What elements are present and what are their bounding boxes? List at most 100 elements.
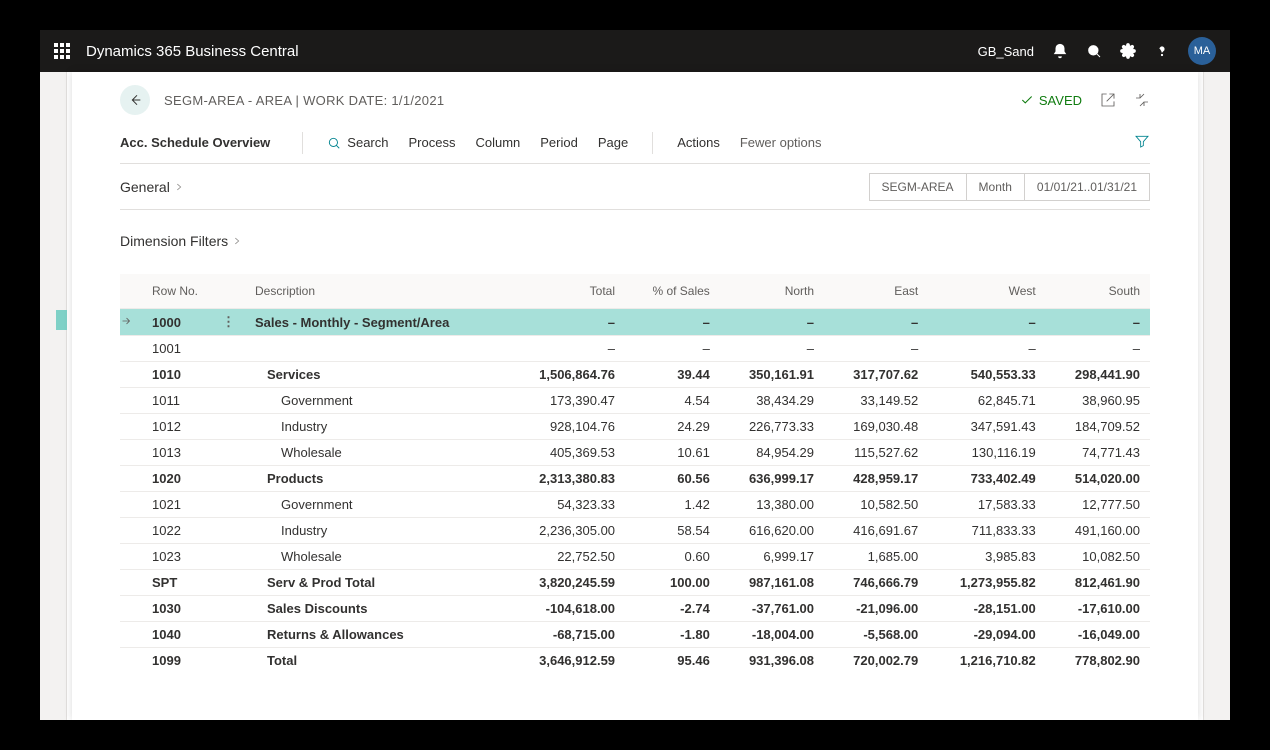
cell-north: –: [720, 309, 824, 336]
section-dimension-label: Dimension Filters: [120, 233, 228, 249]
toolbar-actions[interactable]: Actions: [667, 135, 730, 150]
table-row[interactable]: 1099Total3,646,912.5995.46931,396.08720,…: [120, 648, 1150, 674]
col-east[interactable]: East: [824, 274, 928, 309]
cell-total: -68,715.00: [508, 622, 625, 648]
row-menu-icon: [212, 570, 245, 596]
chip-range[interactable]: 01/01/21..01/31/21: [1025, 173, 1150, 201]
toolbar-fewer-options[interactable]: Fewer options: [730, 135, 832, 150]
gear-icon[interactable]: [1120, 43, 1136, 59]
table-row[interactable]: 1001––––––: [120, 336, 1150, 362]
cell-south: 10,082.50: [1046, 544, 1150, 570]
table-row[interactable]: 1021Government54,323.331.4213,380.0010,5…: [120, 492, 1150, 518]
cell-rowno: 1099: [142, 648, 212, 674]
toolbar-process[interactable]: Process: [399, 135, 466, 150]
cell-pct: 60.56: [625, 466, 720, 492]
cell-north: 38,434.29: [720, 388, 824, 414]
section-general-label: General: [120, 179, 170, 195]
cell-rowno: 1040: [142, 622, 212, 648]
page-header: SEGM-AREA - AREA | WORK DATE: 1/1/2021 S…: [120, 72, 1150, 122]
cell-west: 130,116.19: [928, 440, 1045, 466]
col-north[interactable]: North: [720, 274, 824, 309]
col-desc[interactable]: Description: [245, 274, 508, 309]
search-icon[interactable]: [1086, 43, 1102, 59]
section-dimension-toggle[interactable]: Dimension Filters: [120, 233, 242, 249]
table-row[interactable]: 1030Sales Discounts-104,618.00-2.74-37,7…: [120, 596, 1150, 622]
cell-desc: Industry: [245, 518, 508, 544]
cell-desc: Government: [245, 388, 508, 414]
cell-pct: –: [625, 336, 720, 362]
toolbar-search[interactable]: Search: [317, 135, 398, 150]
app-window: Dynamics 365 Business Central GB_Sand MA…: [40, 30, 1230, 720]
table-row[interactable]: 1012Industry928,104.7624.29226,773.33169…: [120, 414, 1150, 440]
data-grid: Row No. Description Total % of Sales Nor…: [120, 274, 1150, 673]
tenant-label[interactable]: GB_Sand: [978, 44, 1034, 59]
cell-rowno: 1000: [142, 309, 212, 336]
cell-east: –: [824, 309, 928, 336]
table-row[interactable]: 1011Government173,390.474.5438,434.2933,…: [120, 388, 1150, 414]
table-row[interactable]: 1010Services1,506,864.7639.44350,161.913…: [120, 362, 1150, 388]
back-button[interactable]: [120, 85, 150, 115]
avatar[interactable]: MA: [1188, 37, 1216, 65]
help-icon[interactable]: [1154, 43, 1170, 59]
bell-icon[interactable]: [1052, 43, 1068, 59]
row-arrow: [120, 440, 142, 466]
chip-segm[interactable]: SEGM-AREA: [869, 173, 967, 201]
cell-north: 987,161.08: [720, 570, 824, 596]
col-rowno[interactable]: Row No.: [142, 274, 212, 309]
cell-pct: 1.42: [625, 492, 720, 518]
cell-north: 931,396.08: [720, 648, 824, 674]
table-row[interactable]: 1000⋮Sales - Monthly - Segment/Area–––––…: [120, 309, 1150, 336]
cell-total: 405,369.53: [508, 440, 625, 466]
cell-rowno: 1013: [142, 440, 212, 466]
cell-rowno: 1020: [142, 466, 212, 492]
filter-icon[interactable]: [1134, 133, 1150, 152]
cell-east: 746,666.79: [824, 570, 928, 596]
cell-east: 416,691.67: [824, 518, 928, 544]
row-menu-icon: [212, 414, 245, 440]
cell-rowno: 1022: [142, 518, 212, 544]
row-menu-icon: [212, 466, 245, 492]
collapse-icon[interactable]: [1134, 92, 1150, 108]
col-pct[interactable]: % of Sales: [625, 274, 720, 309]
header-chips: SEGM-AREA Month 01/01/21..01/31/21: [869, 173, 1150, 201]
cell-rowno: 1023: [142, 544, 212, 570]
col-west[interactable]: West: [928, 274, 1045, 309]
cell-rowno: 1021: [142, 492, 212, 518]
cell-pct: 10.61: [625, 440, 720, 466]
cell-pct: 24.29: [625, 414, 720, 440]
row-arrow: [120, 309, 142, 336]
col-total[interactable]: Total: [508, 274, 625, 309]
cell-rowno: 1001: [142, 336, 212, 362]
cell-pct: 0.60: [625, 544, 720, 570]
cell-desc: Sales Discounts: [245, 596, 508, 622]
cell-desc: Returns & Allowances: [245, 622, 508, 648]
section-general: General SEGM-AREA Month 01/01/21..01/31/…: [120, 164, 1150, 210]
cell-pct: 58.54: [625, 518, 720, 544]
toolbar-column[interactable]: Column: [465, 135, 530, 150]
cell-desc: Serv & Prod Total: [245, 570, 508, 596]
table-row[interactable]: 1040 Returns & Allowances-68,715.00-1.80 -…: [120, 622, 1150, 648]
cell-west: -28,151.00: [928, 596, 1045, 622]
table-row[interactable]: 1023Wholesale22,752.500.606,999.171,685.…: [120, 544, 1150, 570]
cell-total: –: [508, 309, 625, 336]
row-menu-icon[interactable]: ⋮: [212, 309, 245, 336]
row-menu-icon: [212, 362, 245, 388]
cell-pct: -1.80: [625, 622, 720, 648]
table-row[interactable]: SPTServ & Prod Total3,820,245.59100.0098…: [120, 570, 1150, 596]
table-row[interactable]: 1022Industry2,236,305.0058.54616,620.004…: [120, 518, 1150, 544]
row-arrow: [120, 596, 142, 622]
cell-pct: 39.44: [625, 362, 720, 388]
row-arrow: [120, 362, 142, 388]
toolbar-period[interactable]: Period: [530, 135, 588, 150]
chip-period[interactable]: Month: [967, 173, 1025, 201]
section-general-toggle[interactable]: General: [120, 179, 184, 195]
col-south[interactable]: South: [1046, 274, 1150, 309]
toolbar-page[interactable]: Page: [588, 135, 638, 150]
cell-south: -16,049.00: [1046, 622, 1150, 648]
share-icon[interactable]: [1100, 92, 1116, 108]
cell-total: 3,646,912.59: [508, 648, 625, 674]
table-row[interactable]: 1013Wholesale405,369.5310.6184,954.29115…: [120, 440, 1150, 466]
app-launcher-icon[interactable]: [54, 43, 70, 59]
table-row[interactable]: 1020Products2,313,380.8360.56636,999.174…: [120, 466, 1150, 492]
cell-west: 3,985.83: [928, 544, 1045, 570]
